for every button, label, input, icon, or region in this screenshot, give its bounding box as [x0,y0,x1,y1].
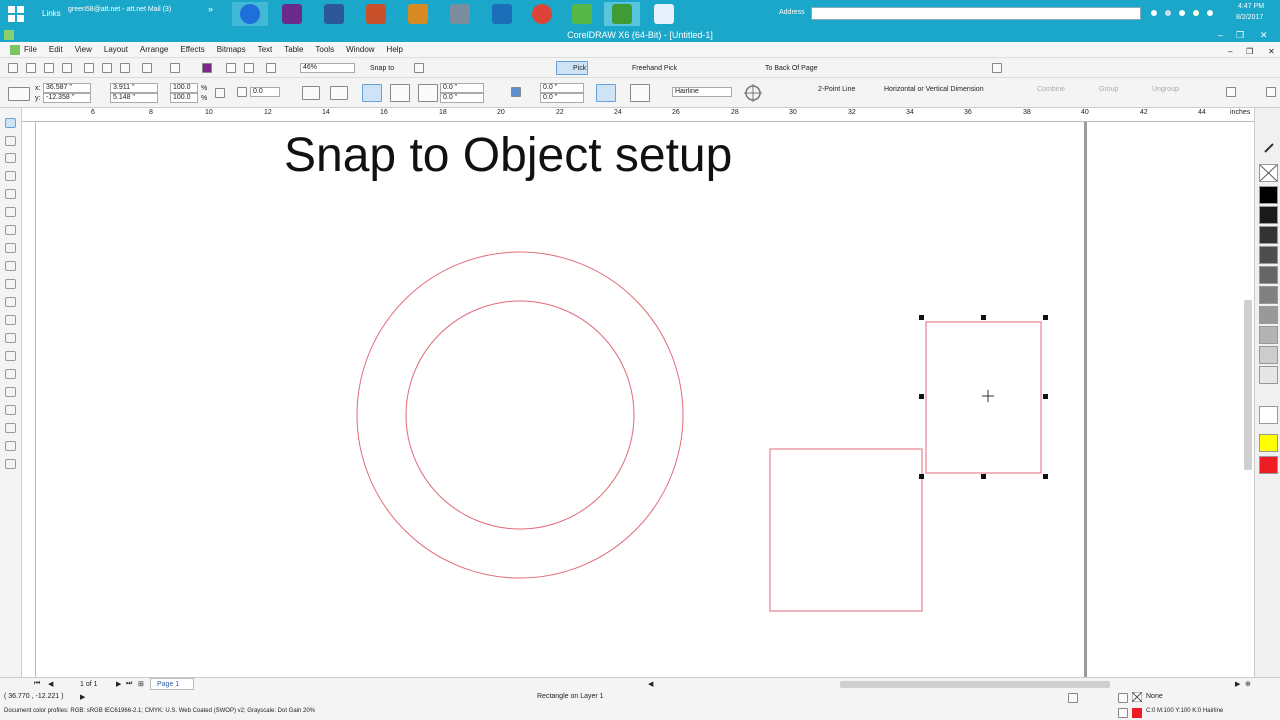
selected-rectangle[interactable] [925,321,1042,474]
cursor-coordinates: ( 36.770 , -12.221 ) [4,693,64,700]
add-page-icon[interactable]: ⊞ [138,680,144,688]
scroll-right-icon[interactable]: ▶ [1235,680,1240,688]
selection-handle[interactable] [919,315,924,320]
color-swatch[interactable] [1259,366,1278,384]
selection-handle[interactable] [919,474,924,479]
color-swatch[interactable] [1259,226,1278,244]
selection-handle[interactable] [981,315,986,320]
status-bar-profiles: Document color profiles: RGB: sRGB IEC61… [0,705,1280,720]
fill-info-icon [1068,693,1078,703]
vertical-scrollbar-thumb[interactable] [1244,300,1252,470]
selection-handle[interactable] [1043,474,1048,479]
no-color-swatch[interactable] [1259,164,1278,182]
canvas-shapes [356,251,1042,612]
fill-status: None [1146,693,1163,700]
next-page-icon[interactable]: ▶ [116,680,121,688]
page-count: 1 of 1 [80,681,98,688]
rectangle-shape[interactable] [769,448,923,612]
color-swatch-yellow[interactable] [1259,434,1278,452]
eyedropper-icon[interactable] [1263,142,1275,154]
selection-handle[interactable] [1043,315,1048,320]
first-page-icon[interactable]: ⏮ [34,680,40,688]
selected-object-info: Rectangle on Layer 1 [537,693,604,700]
color-palette [1254,108,1280,678]
outline-status: C:0 M:100 Y:100 K:0 Hairline [1146,708,1224,714]
move-cursor-icon [982,390,994,402]
page-tab[interactable]: Page 1 [150,678,194,690]
selection-handle[interactable] [919,394,924,399]
horizontal-scrollbar-thumb[interactable] [840,681,1110,688]
selection-handle[interactable] [981,474,986,479]
color-swatch[interactable] [1259,286,1278,304]
status-bar: ( 36.770 , -12.221 ) ▶ Rectangle on Laye… [0,690,1280,705]
color-swatch[interactable] [1259,326,1278,344]
scroll-left-icon[interactable]: ◀ [648,680,653,688]
color-swatch-red[interactable] [1259,456,1278,474]
color-swatch[interactable] [1259,246,1278,264]
color-swatch-white[interactable] [1259,406,1278,424]
page-navigator-bar: ⏮ ◀ 1 of 1 ▶ ⏭ ⊞ Page 1 ◀ ▶ ⊕ [0,677,1280,690]
page-tab-label: Page 1 [157,681,180,688]
status-expand-icon[interactable]: ▶ [80,693,85,701]
color-swatch[interactable] [1259,306,1278,324]
color-swatch-black[interactable] [1259,186,1278,204]
no-fill-icon [1131,691,1143,703]
last-page-icon[interactable]: ⏭ [126,680,132,688]
color-swatch[interactable] [1259,346,1278,364]
color-swatch[interactable] [1259,266,1278,284]
inner-circle[interactable] [405,300,635,530]
color-swatch[interactable] [1259,206,1278,224]
previous-page-icon[interactable]: ◀ [48,680,53,688]
color-profiles-info[interactable]: Document color profiles: RGB: sRGB IEC61… [4,708,315,714]
outline-pen-icon [1118,708,1128,718]
fill-icon [1118,693,1128,703]
navigator-icon[interactable]: ⊕ [1245,680,1251,688]
selection-handle[interactable] [1043,394,1048,399]
outline-color-swatch [1132,708,1142,718]
